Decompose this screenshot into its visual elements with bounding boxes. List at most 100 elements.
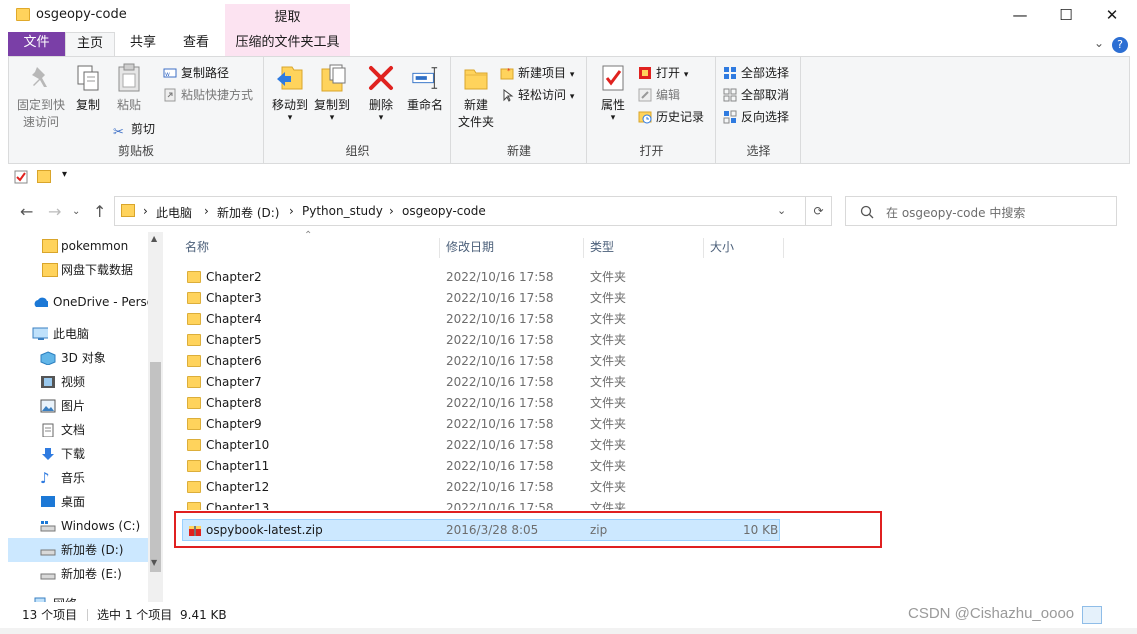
edit-button[interactable]: 编辑 (638, 85, 680, 105)
nav-item-onedrive[interactable]: OneDrive - Perso (0, 290, 148, 314)
copy-to-button[interactable]: 复制到 ▾ (311, 63, 353, 123)
nav-item-desktop[interactable]: 桌面 (0, 490, 148, 514)
pin-icon (27, 63, 55, 93)
chevron-right-icon[interactable]: › (389, 204, 394, 218)
select-all-button[interactable]: 全部选择 (723, 63, 789, 83)
nav-item-downloads[interactable]: 下载 (0, 442, 148, 466)
select-none-button[interactable]: 全部取消 (723, 85, 789, 105)
history-button[interactable]: 历史记录 (638, 107, 704, 127)
nav-item-pictures[interactable]: 图片 (0, 394, 148, 418)
table-row[interactable]: Chapter10 2022/10/16 17:58 文件夹 (182, 435, 780, 456)
folder-icon (187, 460, 201, 472)
delete-button[interactable]: 删除 ▾ (361, 63, 401, 123)
recent-locations-icon[interactable]: ⌄ (72, 206, 80, 217)
help-icon[interactable]: ? (1112, 37, 1128, 53)
chevron-down-icon[interactable]: ⌄ (1094, 36, 1104, 50)
breadcrumb-this-pc[interactable]: 此电脑 (156, 204, 192, 221)
scrollbar-thumb[interactable] (150, 362, 161, 572)
search-box[interactable]: 在 osgeopy-code 中搜索 (845, 196, 1117, 226)
table-row[interactable]: Chapter13 2022/10/16 17:58 文件夹 (182, 498, 780, 510)
up-arrow-icon[interactable]: ↑ (93, 202, 106, 221)
tab-home[interactable]: 主页 (65, 32, 115, 56)
cut-button[interactable]: ✂ 剪切 (113, 119, 155, 140)
breadcrumb-python-study[interactable]: Python_study (302, 204, 383, 218)
folder-icon (187, 397, 201, 409)
easy-access-button[interactable]: 轻松访问 ▾ (500, 85, 574, 105)
nav-item-this-pc[interactable]: 此电脑 (0, 322, 148, 346)
column-divider[interactable] (783, 238, 784, 258)
copy-path-button[interactable]: w 复制路径 (163, 63, 229, 83)
column-divider[interactable] (583, 238, 584, 258)
tab-view[interactable]: 查看 (172, 32, 220, 56)
paste-shortcut-button[interactable]: 粘贴快捷方式 (163, 85, 253, 105)
column-divider[interactable] (703, 238, 704, 258)
table-row[interactable]: Chapter5 2022/10/16 17:58 文件夹 (182, 330, 780, 351)
nav-item-documents[interactable]: 文档 (0, 418, 148, 442)
nav-item-music[interactable]: ♪ 音乐 (0, 466, 148, 490)
nav-item-drive-e[interactable]: 新加卷 (E:) (0, 562, 148, 586)
nav-item-netdisk-data[interactable]: 网盘下载数据 (0, 258, 148, 282)
tab-compressed-folder-tools[interactable]: 压缩的文件夹工具 (225, 32, 350, 56)
tab-file[interactable]: 文件 (8, 32, 65, 56)
chevron-right-icon[interactable]: › (204, 204, 209, 218)
table-row[interactable]: Chapter11 2022/10/16 17:58 文件夹 (182, 456, 780, 477)
column-header-size[interactable]: 大小 (710, 236, 734, 262)
scroll-up-icon[interactable]: ▲ (151, 234, 157, 243)
column-header-name[interactable]: 名称 (185, 236, 209, 262)
column-header-type[interactable]: 类型 (590, 236, 614, 262)
table-row[interactable]: Chapter4 2022/10/16 17:58 文件夹 (182, 309, 780, 330)
maximize-button[interactable]: ☐ (1043, 0, 1089, 32)
details-view-icon[interactable] (1082, 606, 1102, 624)
rename-button[interactable]: 重命名 (401, 63, 449, 114)
copy-button[interactable]: 复制 (69, 63, 107, 114)
refresh-icon[interactable]: ⟳ (806, 196, 832, 226)
drive-icon (40, 573, 56, 580)
nav-item-drive-c[interactable]: Windows (C:) (0, 514, 148, 538)
properties-check-icon[interactable] (14, 170, 28, 184)
nav-item-3d-objects[interactable]: 3D 对象 (0, 346, 148, 370)
table-row[interactable]: Chapter7 2022/10/16 17:58 文件夹 (182, 372, 780, 393)
new-folder-icon[interactable] (37, 170, 51, 183)
paste-button[interactable]: 粘贴 (109, 63, 149, 114)
invert-selection-button[interactable]: 反向选择 (723, 107, 789, 127)
open-button[interactable]: 打开 ▾ (638, 63, 688, 83)
customize-qat-icon[interactable]: ▾ (62, 169, 67, 180)
table-row[interactable]: Chapter2 2022/10/16 17:58 文件夹 (182, 267, 780, 288)
nav-item-videos[interactable]: 视频 (0, 370, 148, 394)
new-folder-button[interactable]: 新建 文件夹 (454, 63, 498, 131)
table-row[interactable]: Chapter6 2022/10/16 17:58 文件夹 (182, 351, 780, 372)
back-arrow-icon[interactable]: ← (20, 202, 33, 221)
minimize-button[interactable]: — (997, 0, 1043, 32)
address-bar[interactable]: › 此电脑 › 新加卷 (D:) › Python_study › osgeop… (114, 196, 806, 226)
forward-arrow-icon[interactable]: → (48, 202, 61, 221)
table-row[interactable]: Chapter12 2022/10/16 17:58 文件夹 (182, 477, 780, 498)
breadcrumb-drive-d[interactable]: 新加卷 (D:) (217, 204, 279, 221)
table-row[interactable]: Chapter8 2022/10/16 17:58 文件夹 (182, 393, 780, 414)
column-divider[interactable] (439, 238, 440, 258)
breadcrumb-osgeopy-code[interactable]: osgeopy-code (402, 204, 486, 218)
properties-button[interactable]: 属性 ▾ (590, 63, 636, 123)
scroll-down-icon[interactable]: ▼ (151, 558, 157, 567)
column-header-modified[interactable]: 修改日期 (446, 236, 494, 262)
table-row[interactable]: Chapter3 2022/10/16 17:58 文件夹 (182, 288, 780, 309)
chevron-right-icon[interactable]: › (143, 204, 148, 218)
path-icon: w (163, 66, 177, 80)
folder-icon (187, 439, 201, 451)
chevron-down-icon[interactable]: ⌄ (777, 204, 786, 217)
move-to-button[interactable]: 移动到 ▾ (269, 63, 311, 123)
contextual-tab-group-extract[interactable]: 提取 (225, 4, 350, 32)
desktop-icon (41, 496, 55, 507)
pin-quick-access-button[interactable]: 固定到快 速访问 (13, 63, 69, 131)
large-icons-view-icon[interactable] (1106, 606, 1126, 624)
copy-to-icon (318, 63, 346, 93)
nav-item-drive-d[interactable]: 新加卷 (D:) (8, 538, 148, 562)
nav-scrollbar[interactable]: ▲ ▼ (148, 232, 163, 602)
nav-item-pokemmon[interactable]: pokemmon (0, 234, 148, 258)
tab-share[interactable]: 共享 (120, 32, 166, 56)
table-row[interactable]: Chapter9 2022/10/16 17:58 文件夹 (182, 414, 780, 435)
nav-item-network[interactable]: 网络 (0, 592, 148, 602)
chevron-right-icon[interactable]: › (289, 204, 294, 218)
close-button[interactable]: ✕ (1089, 0, 1135, 32)
cube-icon (40, 351, 56, 365)
new-item-button[interactable]: * 新建项目 ▾ (500, 63, 574, 83)
